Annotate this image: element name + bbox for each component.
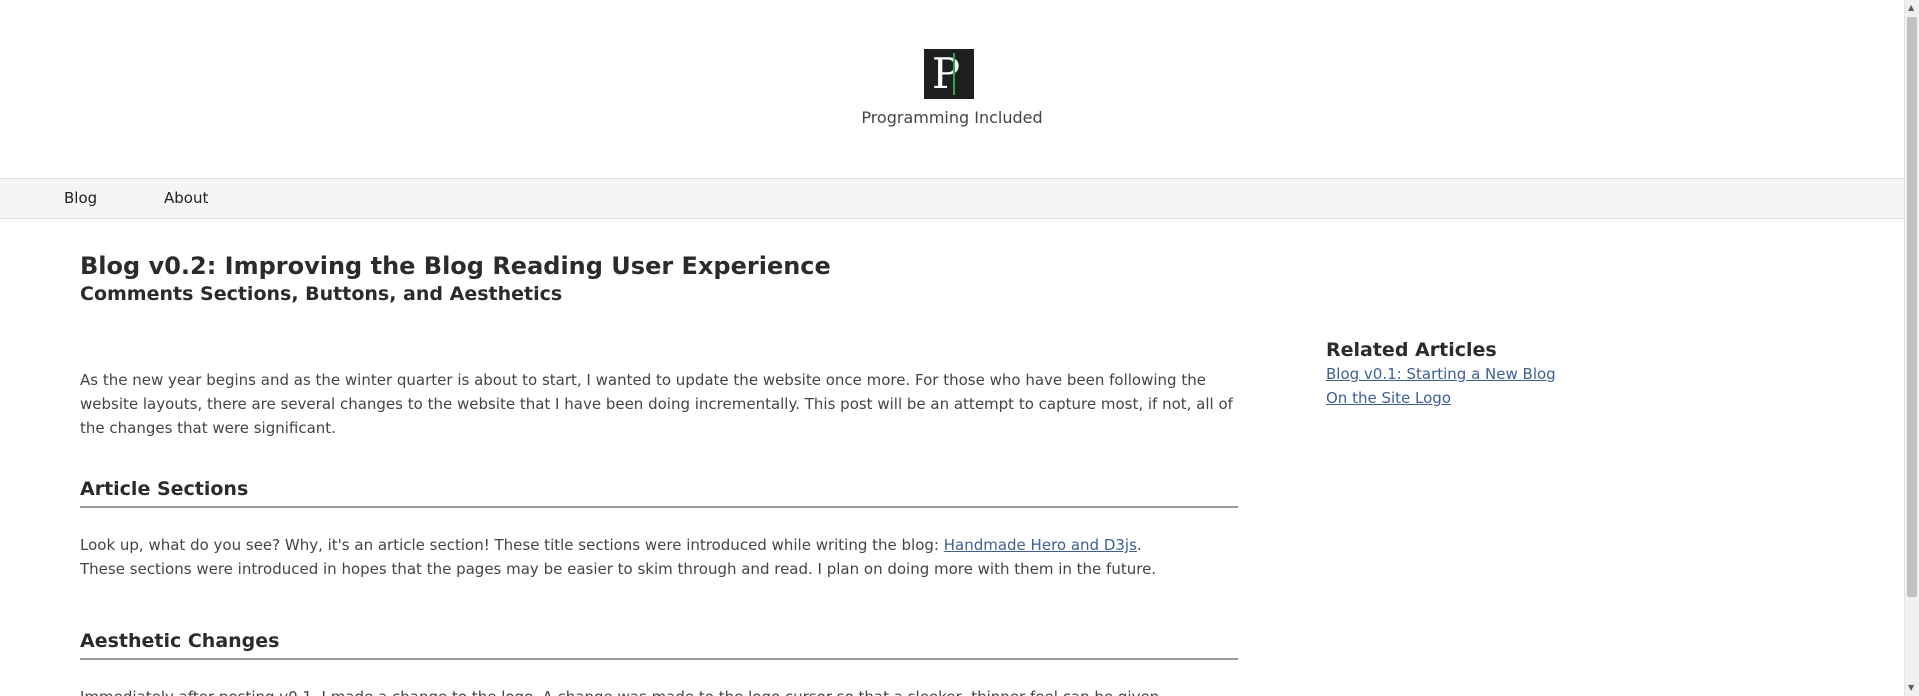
site-name: Programming Included: [861, 108, 1043, 127]
logo-cursor: [953, 53, 955, 95]
article-intro: As the new year begins and as the winter…: [80, 371, 1233, 437]
section-heading-aesthetic-changes: Aesthetic Changes: [80, 630, 1238, 660]
nav-item-about[interactable]: About: [164, 189, 208, 207]
related-article-item: On the Site Logo: [1326, 386, 1626, 410]
related-articles: Related Articles Blog v0.1: Starting a N…: [1326, 338, 1626, 410]
site-logo[interactable]: P: [924, 49, 974, 99]
related-article-link-site-logo[interactable]: On the Site Logo: [1326, 389, 1451, 407]
logo-letter: P: [931, 49, 961, 98]
section-text-line2: These sections were introduced in hopes …: [80, 560, 1157, 578]
article-subtitle: Comments Sections, Buttons, and Aestheti…: [80, 283, 563, 305]
section-body-article-sections: Look up, what do you see? Why, it's an a…: [80, 533, 1238, 581]
related-articles-title: Related Articles: [1326, 339, 1497, 361]
section-text-end: .: [1136, 536, 1142, 554]
vertical-scrollbar[interactable]: ▲ ▼: [1904, 0, 1919, 696]
article-title: Blog v0.2: Improving the Blog Reading Us…: [80, 252, 831, 280]
main-nav: Blog About: [0, 178, 1904, 219]
scroll-up-arrow-icon[interactable]: ▲: [1908, 2, 1914, 14]
related-article-link-blog-v01[interactable]: Blog v0.1: Starting a New Blog: [1326, 365, 1556, 383]
scroll-down-arrow-icon[interactable]: ▼: [1908, 682, 1914, 694]
nav-item-blog[interactable]: Blog: [64, 189, 97, 207]
related-article-item: Blog v0.1: Starting a New Blog: [1326, 362, 1626, 386]
related-articles-list: Blog v0.1: Starting a New Blog On the Si…: [1326, 362, 1626, 410]
section-text: Look up, what do you see? Why, it's an a…: [80, 536, 944, 554]
site-header: P Programming Included: [0, 0, 1904, 178]
scrollbar-thumb[interactable]: [1907, 17, 1917, 597]
page: P Programming Included Blog About Blog v…: [0, 0, 1919, 696]
section-heading-article-sections: Article Sections: [80, 478, 1238, 508]
handmade-hero-link[interactable]: Handmade Hero and D3js: [944, 536, 1137, 554]
article: Blog v0.2: Improving the Blog Reading Us…: [80, 250, 1238, 696]
section-body-aesthetic-changes: Immediately after posting v0.1, I made a…: [80, 685, 1238, 696]
